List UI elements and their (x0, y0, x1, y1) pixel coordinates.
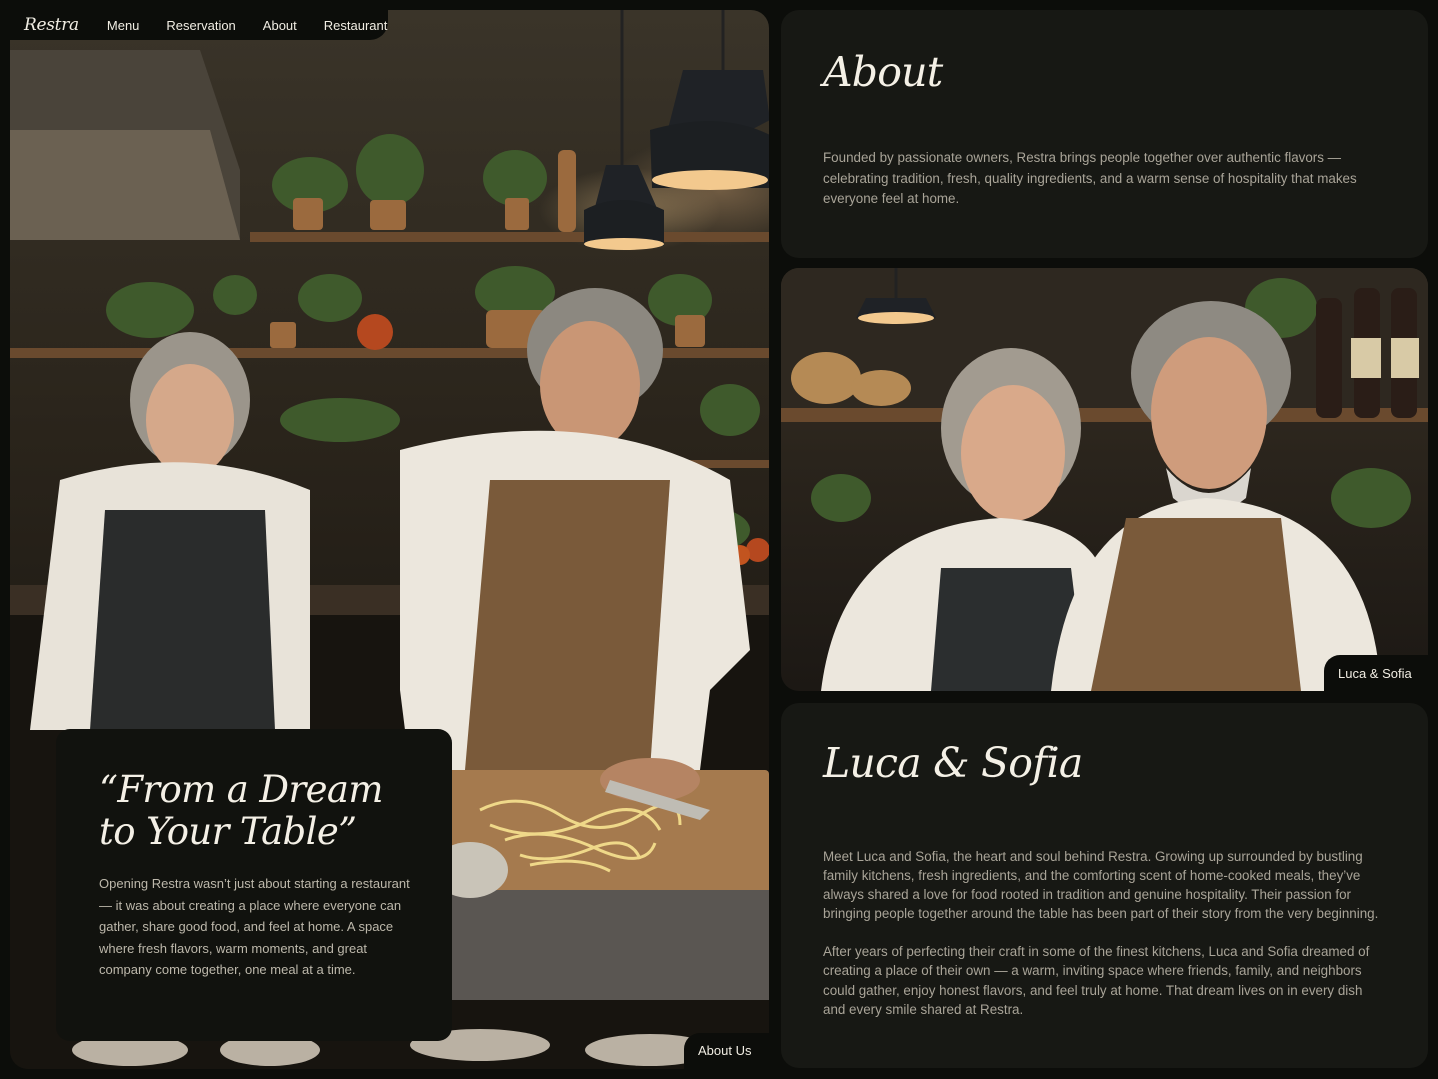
story-panel: Luca & Sofia Meet Luca and Sofia, the he… (781, 703, 1428, 1068)
about-page: “From a Dream to Your Table” Opening Res… (0, 0, 1438, 1079)
quote-card: “From a Dream to Your Table” Opening Res… (56, 729, 452, 1041)
owners-photo (781, 268, 1428, 691)
about-text: Founded by passionate owners, Restra bri… (823, 150, 1357, 207)
story-paragraph-1: Meet Luca and Sofia, the heart and soul … (823, 849, 1379, 922)
nav-link-reservation[interactable]: Reservation (166, 18, 235, 33)
logo[interactable]: Restra (24, 15, 79, 35)
quote-title: “From a Dream to Your Table” (99, 768, 383, 853)
owners-name-chip: Luca & Sofia (1324, 655, 1428, 691)
about-us-chip: About Us (684, 1033, 769, 1069)
nav-link-restaurant[interactable]: Restaurant (324, 18, 388, 33)
about-panel: About Founded by passionate owners, Rest… (781, 10, 1428, 258)
owners-illustration (781, 268, 1428, 691)
quote-body: Opening Restra wasn’t just about startin… (99, 876, 410, 978)
hero-image: “From a Dream to Your Table” Opening Res… (10, 10, 769, 1069)
nav-link-menu[interactable]: Menu (107, 18, 140, 33)
nav-link-about[interactable]: About (263, 18, 297, 33)
story-paragraph-2: After years of perfecting their craft in… (823, 944, 1370, 1017)
top-nav: Restra Menu Reservation About Restaurant (10, 10, 388, 40)
about-title: About (823, 48, 943, 96)
story-title: Luca & Sofia (823, 739, 1083, 787)
